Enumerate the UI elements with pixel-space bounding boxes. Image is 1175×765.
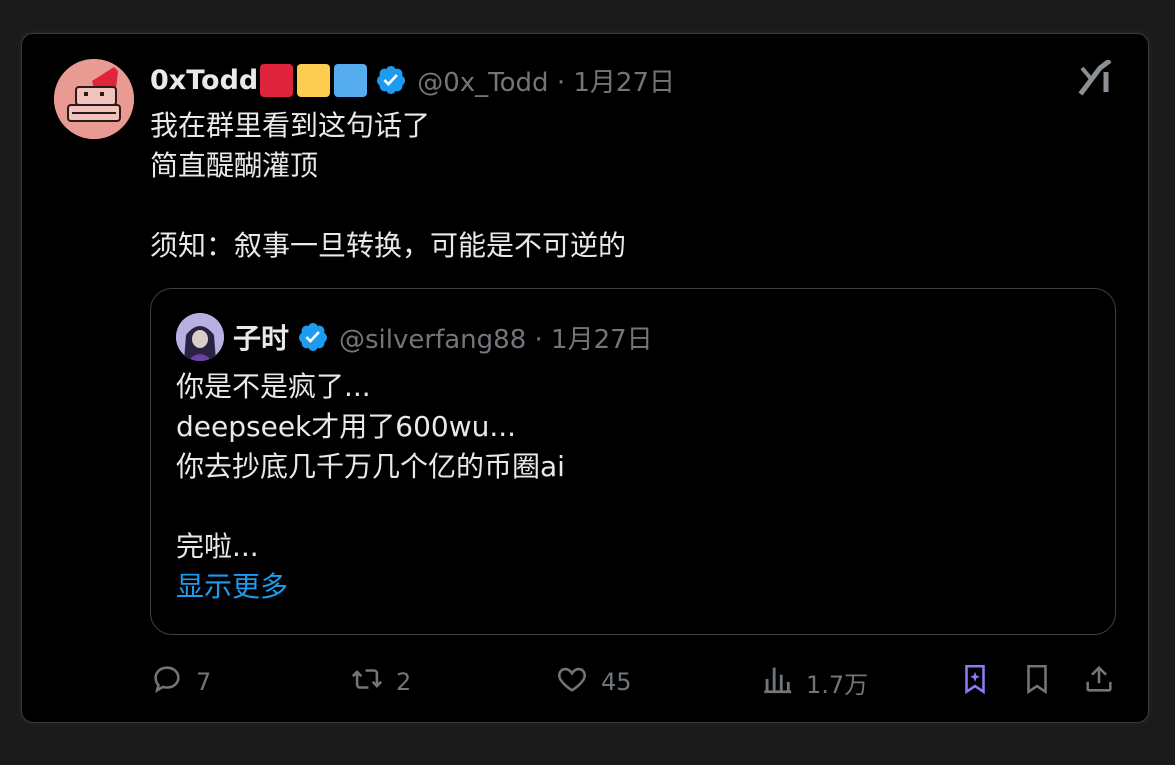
quoted-text-line [176, 487, 1076, 527]
quoted-tweet-date[interactable]: 1月27日 [551, 325, 653, 355]
quoted-tweet[interactable]: 子时 @silverfang88 · 1月27日 你是不是疯了... deeps… [150, 288, 1116, 635]
heart-icon [555, 662, 589, 702]
tweet-text-line: 我在群里看到这句话了 [150, 109, 431, 142]
quoted-tweet-header: 子时 @silverfang88 · 1月27日 [233, 315, 653, 359]
tweet-card[interactable]: 0xTodd @0x_Todd · 1月27日 我在群里看到这句话了 简直醍醐灌… [21, 33, 1149, 723]
quoted-author-handle[interactable]: @silverfang88 · 1月27日 [339, 319, 653, 356]
tweet-actions: 7 2 45 1.7万 [150, 662, 1120, 702]
tweet-text-line [150, 186, 1100, 226]
repost-button[interactable]: 2 [350, 662, 411, 702]
show-more-link[interactable]: 显示更多 [176, 567, 1076, 607]
red-square-badge [260, 63, 294, 97]
author-avatar[interactable] [54, 59, 134, 139]
quoted-text-line: deepseek才用了600wu... [176, 410, 517, 443]
share-button[interactable] [1082, 662, 1116, 702]
views-button[interactable]: 1.7万 [760, 662, 868, 702]
like-button[interactable]: 45 [555, 662, 632, 702]
repost-icon [350, 662, 384, 702]
reply-count: 7 [196, 668, 212, 696]
reply-icon [150, 662, 184, 702]
verified-badge-icon [297, 321, 329, 353]
verified-badge-icon [375, 64, 407, 96]
bookmark-icon [1020, 662, 1054, 702]
views-count: 1.7万 [806, 670, 869, 699]
quoted-text-line: 完啦... [176, 530, 259, 563]
author-name[interactable]: 0xTodd [150, 65, 258, 96]
quoted-text-line: 你是不是疯了... [176, 370, 371, 403]
share-icon [1082, 662, 1116, 702]
tweet-text: 我在群里看到这句话了 简直醍醐灌顶 须知：叙事一旦转换，可能是不可逆的 [150, 106, 1100, 266]
grok-icon[interactable] [1078, 58, 1114, 96]
quoted-author-avatar[interactable] [176, 313, 224, 361]
grok-bookmark-button[interactable] [958, 662, 992, 702]
views-icon [760, 662, 794, 702]
grok-bookmark-icon [958, 662, 992, 702]
tweet-header: 0xTodd @0x_Todd · 1月27日 [150, 58, 675, 102]
tweet-date[interactable]: 1月27日 [573, 68, 675, 98]
repost-count: 2 [396, 668, 412, 696]
quoted-text-line: 你去抄底几千万几个亿的币圈ai [176, 450, 565, 483]
quoted-tweet-text: 你是不是疯了... deepseek才用了600wu... 你去抄底几千万几个亿… [176, 367, 1076, 607]
bookmark-button[interactable] [1020, 662, 1054, 702]
tweet-text-line: 简直醍醐灌顶 [150, 149, 319, 182]
reply-button[interactable]: 7 [150, 662, 211, 702]
quoted-author-name[interactable]: 子时 [233, 317, 289, 357]
blue-square-badge [334, 63, 368, 97]
like-count: 45 [601, 668, 632, 696]
author-handle[interactable]: @0x_Todd · 1月27日 [417, 62, 675, 99]
tweet-text-line: 须知：叙事一旦转换，可能是不可逆的 [150, 229, 627, 262]
yellow-square-badge [297, 63, 331, 97]
